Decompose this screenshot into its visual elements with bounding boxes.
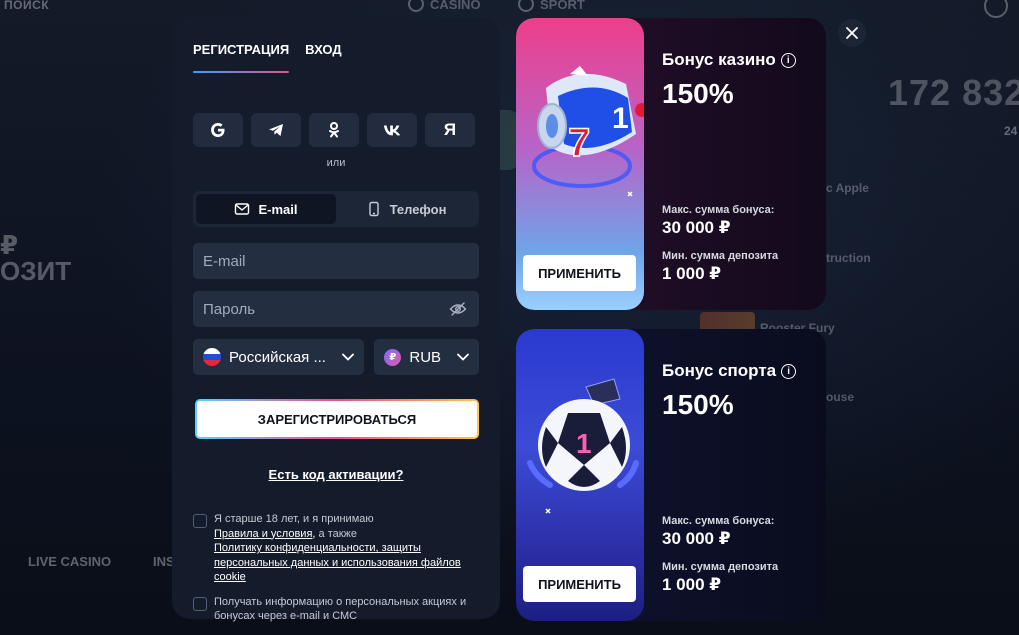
country-select[interactable]: Российская ... [193, 339, 365, 375]
svg-text:1: 1 [612, 102, 629, 135]
max-bonus-value: 30 000 ₽ [662, 218, 731, 237]
password-field [193, 291, 479, 327]
country-value: Российская ... [229, 348, 326, 366]
bg-jackpot-number: 172 832 [888, 72, 1019, 113]
sport-bonus-percent: 150% [662, 389, 734, 420]
phone-icon [368, 201, 379, 217]
activation-code-link[interactable]: Есть код активации? [193, 467, 479, 482]
sport-bonus-title-text: Бонус спорта [662, 361, 777, 380]
tab-registration[interactable]: РЕГИСТРАЦИЯ [193, 40, 290, 73]
sport-bonus-title: Бонус спорта i [662, 361, 797, 381]
bg-casino-nav: CASINO [408, 0, 481, 12]
google-button[interactable] [193, 113, 243, 147]
bg-casino-label: CASINO [430, 0, 481, 12]
mail-icon [235, 203, 250, 215]
or-divider: или [326, 157, 346, 169]
bg-sport-nav: SPORT [518, 0, 585, 12]
method-phone-label: Телефон [389, 201, 447, 217]
apply-sport-bonus-button[interactable]: ПРИМЕНИТЬ [523, 566, 636, 602]
terms-link[interactable]: Правила и условия, [214, 528, 315, 540]
vk-icon [383, 125, 401, 136]
signup-method-switch: E-mail Телефон [193, 191, 479, 227]
social-login-row: Я [193, 113, 479, 147]
bg-nav-live-casino: LIVE CASINO [28, 554, 112, 569]
email-input[interactable] [203, 252, 469, 270]
max-bonus-label: Макс. сумма бонуса: [662, 515, 775, 527]
bg-game-title: truction [826, 251, 871, 265]
max-bonus-value: 30 000 ₽ [662, 529, 731, 548]
sport-bonus-art: 1 ПРИМЕНИТЬ [516, 329, 644, 621]
casino-bonus-card: 7 1 ПРИМЕНИТЬ Бонус казино i 150% Макс. … [516, 18, 826, 310]
sport-icon [518, 0, 534, 12]
method-email-button[interactable]: E-mail [196, 194, 336, 224]
currency-value: RUB [409, 348, 442, 366]
method-phone-button[interactable]: Телефон [336, 194, 476, 224]
chevron-down-icon [457, 353, 469, 361]
google-icon [211, 123, 225, 137]
russia-flag-icon [203, 348, 221, 366]
bg-sport-label: SPORT [540, 0, 585, 12]
registration-panel: РЕГИСТРАЦИЯ ВХОД Я или E-mail Телефон E-… [172, 18, 500, 622]
casino-bonus-info: Бонус казино i 150% Макс. сумма бонуса: … [662, 18, 822, 310]
min-deposit-label: Мин. сумма депозита [662, 250, 779, 262]
exit-icon [984, 0, 1008, 18]
chevron-down-icon [342, 353, 355, 361]
close-icon [846, 27, 858, 39]
casino-icon [408, 0, 424, 12]
newsletter-row: Получать информацию о персональных акция… [193, 595, 479, 624]
apply-casino-bonus-button[interactable]: ПРИМЕНИТЬ [523, 255, 636, 291]
close-button[interactable] [838, 19, 866, 47]
casino-bonus-title-text: Бонус казино [662, 50, 776, 69]
register-button[interactable]: ЗАРЕГИСТРИРОВАТЬСЯ [195, 399, 479, 439]
casino-bonus-art: 7 1 ПРИМЕНИТЬ [516, 18, 644, 310]
email-field [193, 243, 479, 279]
privacy-policy-link[interactable]: Политику конфиденциальности, защиты перс… [214, 542, 461, 583]
background-page: ПОИСК CASINO SPORT 172 832 24 c Apple tr… [0, 0, 1019, 635]
info-icon[interactable]: i [781, 363, 797, 379]
info-icon[interactable]: i [780, 52, 796, 68]
eye-off-icon[interactable] [449, 301, 467, 317]
telegram-icon [269, 124, 283, 136]
bg-search-label: ПОИСК [4, 0, 50, 12]
consent-prefix: Я старше 18 лет, и я принимаю [214, 513, 374, 525]
currency-select[interactable]: ₽ RUB [374, 339, 479, 375]
password-input[interactable] [203, 300, 469, 318]
casino-bonus-percent: 150% [662, 78, 734, 109]
consent-checkbox[interactable] [193, 514, 207, 528]
min-deposit-value: 1 000 ₽ [662, 575, 722, 594]
vk-button[interactable] [367, 113, 417, 147]
consent-text: Я старше 18 лет, и я принимаю Правила и … [214, 512, 479, 585]
odnoklassniki-icon [329, 122, 339, 138]
svg-text:1: 1 [576, 428, 592, 459]
min-deposit-label: Мин. сумма депозита [662, 561, 779, 573]
consent-middle: а также [315, 527, 358, 540]
bg-game-title: c Apple [826, 181, 869, 195]
min-deposit-value: 1 000 ₽ [662, 264, 722, 283]
bg-small-number: 24 [1004, 124, 1018, 138]
newsletter-checkbox[interactable] [193, 596, 207, 611]
odnoklassniki-button[interactable] [309, 113, 359, 147]
telegram-button[interactable] [251, 113, 301, 147]
locale-row: Российская ... ₽ RUB [193, 339, 479, 375]
newsletter-text: Получать информацию о персональных акция… [214, 595, 467, 623]
bg-game-title: ouse [826, 390, 855, 404]
bg-promo-text: ОЗИТ [0, 256, 72, 286]
auth-tabs: РЕГИСТРАЦИЯ ВХОД [193, 40, 479, 90]
svg-text:7: 7 [568, 121, 590, 165]
yandex-button[interactable]: Я [425, 113, 475, 147]
yandex-icon: Я [443, 120, 457, 139]
method-email-label: E-mail [258, 201, 298, 217]
sport-bonus-card: 1 ПРИМЕНИТЬ Бонус спорта i 150% Макс. су… [516, 329, 826, 621]
tab-login[interactable]: ВХОД [305, 40, 341, 57]
ruble-coin-icon: ₽ [384, 348, 402, 366]
soccer-ball-illustration: 1 [527, 378, 639, 514]
max-bonus-label: Макс. сумма бонуса: [662, 204, 775, 216]
slot-helmet-illustration: 7 1 [532, 66, 644, 197]
casino-bonus-title: Бонус казино i [662, 50, 796, 70]
sport-bonus-info: Бонус спорта i 150% Макс. сумма бонуса: … [662, 329, 822, 621]
consent-row: Я старше 18 лет, и я принимаю Правила и … [193, 512, 479, 585]
